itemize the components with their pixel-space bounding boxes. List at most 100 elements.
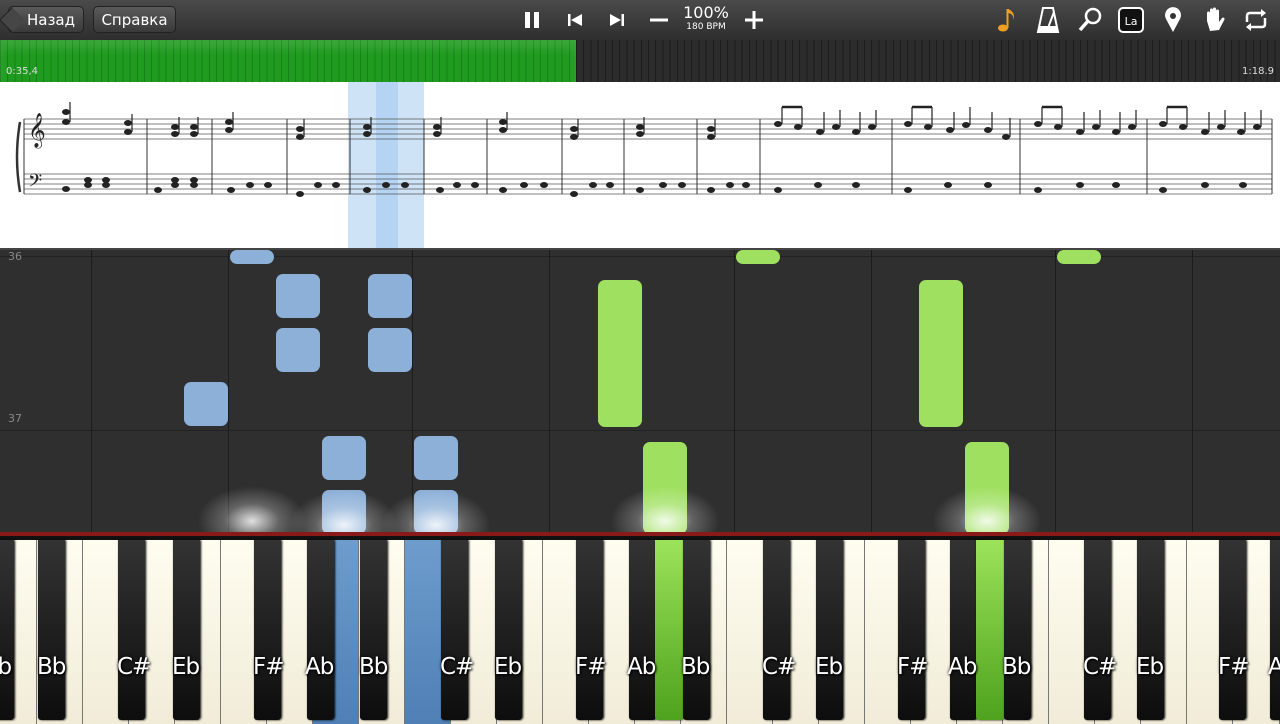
- black-key[interactable]: [683, 540, 710, 720]
- falling-note-left-hand: [368, 274, 412, 318]
- black-key[interactable]: [898, 540, 925, 720]
- key-label: C#: [1083, 654, 1117, 680]
- key-label: Eb: [815, 654, 843, 680]
- black-key[interactable]: [1004, 540, 1031, 720]
- falling-note-left-hand: [230, 250, 274, 264]
- falling-note-right-hand: [736, 250, 780, 264]
- black-key-pressed[interactable]: [655, 540, 683, 720]
- song-progress-bar[interactable]: 0:35,4 1:18.9: [0, 40, 1280, 82]
- falling-note-left-hand: [276, 328, 320, 372]
- key-label: Bb: [1002, 654, 1031, 680]
- key-label: Eb: [0, 654, 12, 680]
- key-label: C#: [117, 654, 151, 680]
- speed-display: 100% 180 BPM: [680, 3, 732, 33]
- black-key[interactable]: [495, 540, 522, 720]
- note-labels-text: La: [1125, 15, 1138, 28]
- falling-note-left-hand: [368, 328, 412, 372]
- black-key[interactable]: [576, 540, 603, 720]
- playhead-highlight: [376, 82, 398, 248]
- total-time: 1:18.9: [1242, 66, 1274, 77]
- black-key[interactable]: [1270, 540, 1280, 720]
- black-key[interactable]: [1084, 540, 1111, 720]
- measure-line: [0, 430, 1280, 431]
- hand-icon[interactable]: [1198, 4, 1230, 36]
- current-time: 0:35,4: [6, 66, 38, 77]
- toolbar: Назад Справка 100% 180 BPM La: [0, 0, 1280, 41]
- octave-line: [549, 250, 550, 534]
- piano-roll[interactable]: 36 37: [0, 248, 1280, 534]
- falling-note-left-hand: [276, 274, 320, 318]
- key-label: Bb: [681, 654, 710, 680]
- key-label: F#: [253, 654, 285, 680]
- loop-icon[interactable]: [1240, 4, 1272, 36]
- key-label: Bb: [37, 654, 66, 680]
- black-key[interactable]: [1137, 540, 1164, 720]
- note-labels-icon[interactable]: La: [1115, 4, 1147, 36]
- key-hit-glow: [610, 486, 720, 534]
- next-icon[interactable]: [601, 4, 633, 36]
- measure-number: 36: [8, 250, 22, 263]
- octave-line: [91, 250, 92, 534]
- progress-fill: [0, 40, 576, 82]
- black-key[interactable]: [1219, 540, 1246, 720]
- speed-percent: 100%: [683, 3, 729, 22]
- score-svg: 𝄞 𝄢: [15, 82, 1273, 248]
- measure-number: 37: [8, 412, 22, 425]
- black-key[interactable]: [254, 540, 281, 720]
- location-icon[interactable]: [1157, 4, 1189, 36]
- help-button[interactable]: Справка: [93, 6, 176, 33]
- octave-line: [871, 250, 872, 534]
- grand-staff-brace: [15, 121, 22, 193]
- bpm-readout: 180 BPM: [686, 22, 726, 32]
- key-label: Ab: [305, 654, 334, 680]
- key-hit-glow: [932, 486, 1042, 534]
- back-button[interactable]: Назад: [8, 6, 84, 33]
- black-key[interactable]: [307, 540, 334, 720]
- black-key-pressed[interactable]: [976, 540, 1004, 720]
- black-key[interactable]: [763, 540, 790, 720]
- staff-lines: [24, 118, 1272, 195]
- black-key[interactable]: [360, 540, 387, 720]
- zoom-icon[interactable]: [1074, 4, 1106, 36]
- falling-note-right-hand: [598, 280, 642, 427]
- black-key[interactable]: [816, 540, 843, 720]
- key-label: Eb: [494, 654, 522, 680]
- key-label: Ab: [1268, 654, 1280, 680]
- key-label: Ab: [948, 654, 977, 680]
- plus-icon[interactable]: [738, 4, 770, 36]
- black-key[interactable]: [173, 540, 200, 720]
- octave-line: [1192, 250, 1193, 534]
- note-icon[interactable]: [991, 4, 1023, 36]
- octave-line: [1055, 250, 1056, 534]
- piano-keyboard[interactable]: Eb Bb C# Eb F# Ab Bb C# Eb F# Ab Bb C# E…: [0, 532, 1280, 724]
- black-key[interactable]: [441, 540, 468, 720]
- octave-line: [734, 250, 735, 534]
- key-label: C#: [762, 654, 796, 680]
- minus-icon[interactable]: [643, 4, 675, 36]
- previous-icon[interactable]: [559, 4, 591, 36]
- falling-note-right-hand: [919, 280, 963, 427]
- falling-note-left-hand: [414, 436, 458, 480]
- falling-note-left-hand: [184, 382, 228, 426]
- treble-clef-icon: 𝄞: [28, 113, 46, 149]
- key-label: Bb: [359, 654, 388, 680]
- black-key[interactable]: [0, 540, 14, 720]
- back-button-label: Назад: [26, 11, 75, 29]
- falling-note-right-hand: [1057, 250, 1101, 264]
- black-key[interactable]: [118, 540, 145, 720]
- black-key[interactable]: [38, 540, 65, 720]
- bass-clef-icon: 𝄢: [28, 171, 42, 196]
- treble-notes: [62, 109, 1261, 140]
- key-label: Eb: [172, 654, 200, 680]
- octave-line: [412, 250, 413, 534]
- barlines: [23, 119, 1273, 194]
- black-key[interactable]: [629, 540, 656, 720]
- sheet-music[interactable]: 𝄞 𝄢: [0, 82, 1280, 248]
- pause-icon[interactable]: [516, 4, 548, 36]
- key-label: F#: [897, 654, 929, 680]
- key-label: Ab: [627, 654, 656, 680]
- metronome-icon[interactable]: [1032, 4, 1064, 36]
- key-label: Eb: [1136, 654, 1164, 680]
- falling-note-left-hand: [322, 436, 366, 480]
- black-key[interactable]: [950, 540, 977, 720]
